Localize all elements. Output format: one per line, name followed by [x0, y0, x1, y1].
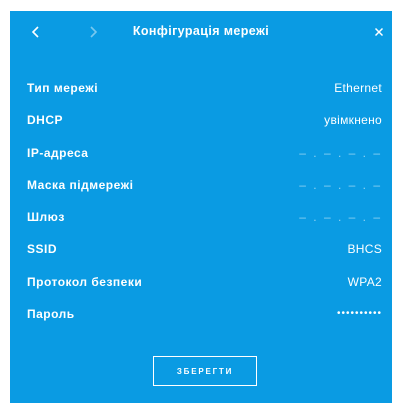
setting-value: WPA2 — [347, 274, 382, 289]
setting-value: увімкнено — [324, 113, 382, 128]
setting-label: Маска підмережі — [27, 177, 134, 192]
setting-row-security-protocol[interactable]: Протокол безпеки WPA2 — [10, 269, 392, 301]
setting-row-network-type[interactable]: Тип мережі Ethernet — [10, 75, 392, 107]
setting-label: SSID — [27, 242, 58, 257]
setting-row-dhcp[interactable]: DHCP увімкнено — [10, 107, 392, 139]
setting-label: IP-адреса — [27, 145, 89, 160]
setting-value: – . – . – . – — [299, 210, 382, 225]
network-config-panel: Конфігурація мережі Тип мережі Ethernet … — [10, 11, 392, 403]
setting-row-ssid[interactable]: SSID BHCS — [10, 236, 392, 268]
setting-label: Пароль — [27, 307, 75, 322]
setting-row-password[interactable]: Пароль •••••••••• — [10, 301, 392, 333]
page-title: Конфігурація мережі — [132, 24, 270, 38]
setting-label: Протокол безпеки — [27, 274, 143, 289]
close-icon — [374, 27, 384, 37]
setting-row-ip-address[interactable]: IP-адреса – . – . – . – — [10, 140, 392, 172]
setting-value: •••••••••• — [336, 308, 382, 320]
settings-list: Тип мережі Ethernet DHCP увімкнено IP-ад… — [10, 75, 392, 333]
setting-label: Тип мережі — [27, 81, 99, 95]
setting-row-subnet-mask[interactable]: Маска підмережі – . – . – . – — [10, 172, 392, 204]
setting-value: BHCS — [347, 242, 382, 257]
setting-row-gateway[interactable]: Шлюз – . – . – . – — [10, 204, 392, 236]
setting-label: Шлюз — [27, 210, 65, 225]
setting-value: – . – . – . – — [299, 177, 382, 192]
save-button[interactable]: ЗБЕРЕГТИ — [153, 356, 257, 386]
setting-value: Ethernet — [334, 81, 382, 95]
setting-value: – . – . – . – — [299, 145, 382, 160]
close-button[interactable] — [370, 23, 388, 41]
setting-label: DHCP — [27, 113, 64, 128]
panel-header: Конфігурація мережі — [10, 11, 392, 53]
